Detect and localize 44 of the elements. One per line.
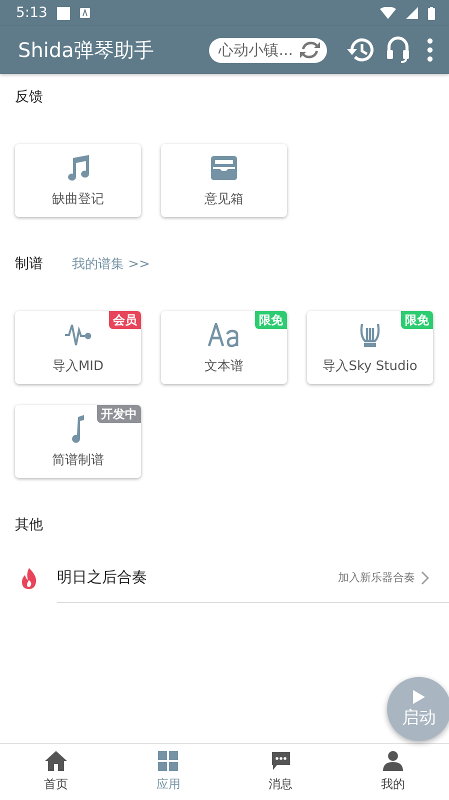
battery-icon	[428, 6, 435, 20]
headset-icon[interactable]	[387, 36, 409, 64]
tag: 限免	[401, 311, 433, 329]
nav-tab[interactable]: 我的	[336, 744, 449, 800]
history-icon[interactable]	[347, 37, 375, 63]
music-note-icon	[65, 154, 91, 182]
inbox-icon	[210, 155, 238, 181]
wifi-icon	[380, 7, 396, 19]
grid-icon	[158, 751, 178, 771]
row-action: 加入新乐器合奏	[338, 570, 415, 585]
chevron-right-icon	[421, 570, 429, 584]
tool-card[interactable]: 开发中 简谱制谱	[15, 405, 141, 478]
list-row[interactable]: 明日之后合奏 加入新乐器合奏	[57, 554, 449, 602]
play-icon	[413, 690, 425, 704]
flame-icon	[20, 568, 36, 588]
tool-card[interactable]: 缺曲登记	[15, 144, 141, 217]
signal-icon	[406, 7, 418, 19]
section-title: 制谱	[15, 255, 44, 273]
section-title: 反馈	[15, 88, 44, 106]
waveform-icon	[64, 322, 92, 348]
text-aa-icon	[208, 323, 240, 347]
app-title: Shida弹琴助手	[18, 36, 155, 64]
tag: 会员	[109, 311, 141, 329]
section-title: 其他	[15, 516, 44, 534]
tool-card[interactable]: 会员 导入MID	[15, 311, 141, 384]
tool-card[interactable]: 限免 文本谱	[161, 311, 287, 384]
tag: 开发中	[97, 405, 141, 423]
more-menu-icon[interactable]	[427, 38, 433, 62]
notification-square-icon	[57, 6, 70, 20]
tool-card[interactable]: 意见箱	[161, 144, 287, 217]
server-selector[interactable]: 心动小镇...	[208, 38, 327, 62]
tag: 限免	[255, 311, 287, 329]
eighth-note-icon	[70, 414, 86, 444]
clock: 5:13	[16, 5, 48, 21]
sync-icon	[299, 41, 321, 59]
chat-bubble-icon	[270, 751, 291, 771]
notification-app-icon	[80, 8, 90, 18]
home-icon	[45, 751, 68, 771]
nav-tab[interactable]: 消息	[224, 744, 337, 800]
nav-tab[interactable]: 首页	[0, 744, 112, 800]
row-title: 明日之后合奏	[57, 568, 148, 587]
tool-card[interactable]: 限免 导入Sky Studio	[307, 311, 433, 384]
lyre-icon	[359, 322, 381, 348]
person-icon	[382, 751, 403, 771]
